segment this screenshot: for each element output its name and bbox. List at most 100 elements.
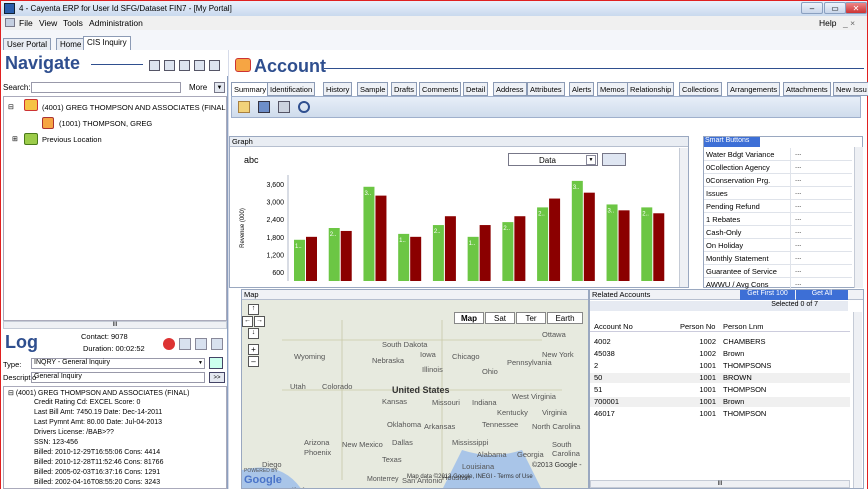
pan-right-icon[interactable]: → — [254, 316, 265, 327]
get-all-button[interactable]: Get All — [796, 290, 848, 300]
smart-button-item[interactable]: Guarantee of Service... — [704, 265, 852, 278]
smart-button-item[interactable]: Cash-Only... — [704, 226, 852, 239]
tree-expander-icon[interactable]: ⊟ — [8, 103, 14, 111]
related-account-row[interactable]: 45038 1002 Brown — [590, 349, 850, 359]
tab-home[interactable]: Home — [56, 38, 86, 50]
related-account-row[interactable]: 46017 1001 THOMPSON — [590, 409, 850, 419]
related-vscrollbar[interactable] — [853, 312, 862, 488]
menu-tools[interactable]: Tools — [63, 18, 83, 28]
tab-user-portal[interactable]: User Portal — [3, 38, 52, 50]
nav-forward-icon[interactable] — [194, 60, 205, 71]
tab-arrangements[interactable]: Arrangements — [727, 82, 781, 96]
ellipsis-button[interactable]: ... — [790, 187, 820, 200]
refresh-icon[interactable] — [209, 60, 220, 71]
description-input[interactable]: General Inquiry — [31, 372, 205, 383]
pan-left-icon[interactable]: ← — [242, 316, 253, 327]
expand-description-button[interactable]: >> — [209, 372, 225, 383]
related-hscrollbar[interactable]: III — [590, 480, 850, 488]
tab-detail[interactable]: Detail — [463, 82, 489, 96]
smart-button-item[interactable]: Issues... — [704, 187, 852, 200]
edit-icon[interactable] — [179, 338, 191, 350]
map-pan-zoom-control[interactable]: ↑ ← → ↓ + – — [242, 304, 265, 374]
tree-expander-icon[interactable]: ⊞ — [12, 135, 18, 143]
chevron-down-icon[interactable]: ▼ — [214, 82, 225, 93]
zoom-in-icon[interactable]: + — [248, 344, 259, 355]
power-icon[interactable] — [298, 101, 310, 113]
smart-button-item[interactable]: Monthly Statement... — [704, 252, 852, 265]
graph-vscrollbar[interactable] — [679, 148, 688, 287]
ellipsis-button[interactable]: ... — [790, 239, 820, 252]
map-data-credit[interactable]: Map data ©2013 Google, INEGI - Terms of … — [407, 474, 533, 480]
menu-file[interactable]: File — [19, 18, 33, 28]
map-type-map[interactable]: Map — [454, 312, 484, 324]
ellipsis-button[interactable]: ... — [790, 148, 820, 161]
pencil-icon[interactable] — [195, 338, 207, 350]
column-account-no[interactable]: Account No — [594, 322, 633, 331]
bar-series-2[interactable] — [306, 236, 317, 281]
open-folder-icon[interactable] — [238, 101, 250, 113]
menu-help[interactable]: Help — [819, 18, 836, 28]
map-type-ter[interactable]: Ter — [516, 312, 546, 324]
type-select[interactable]: INQRY - General Inquiry ▼ — [31, 358, 205, 369]
collapse-icon[interactable] — [164, 60, 175, 71]
print-icon[interactable] — [278, 101, 290, 113]
bar-series-2[interactable] — [549, 198, 561, 281]
pan-up-icon[interactable]: ↑ — [248, 304, 259, 315]
tab-new-issu[interactable]: New Issu — [833, 82, 868, 96]
smart-button-item[interactable]: 0Collection Agency... — [704, 161, 852, 174]
menu-administration[interactable]: Administration — [89, 18, 143, 28]
tree-item-account[interactable]: (4001) GREG THOMPSON AND ASSOCIATES (FIN… — [42, 103, 226, 112]
tree-item-person[interactable]: (1001) THOMPSON, GREG — [59, 119, 152, 128]
ellipsis-button[interactable]: ... — [790, 161, 820, 174]
bar-series-1[interactable] — [571, 180, 583, 281]
mdi-controls[interactable]: _ × — [843, 18, 855, 28]
menu-view[interactable]: View — [39, 18, 57, 28]
more-label[interactable]: More — [189, 83, 207, 92]
smart-button-item[interactable]: Water Bdgt Variance... — [704, 148, 852, 161]
bar-series-2[interactable] — [479, 225, 491, 281]
bar-series-2[interactable] — [583, 192, 595, 281]
map-type-earth[interactable]: Earth — [547, 312, 583, 324]
map-type-sat[interactable]: Sat — [485, 312, 515, 324]
tab-comments[interactable]: Comments — [419, 82, 462, 96]
tab-alerts[interactable]: Alerts — [569, 82, 595, 96]
ellipsis-button[interactable]: ... — [790, 265, 820, 278]
tab-collections[interactable]: Collections — [679, 82, 722, 96]
tab-identification[interactable]: Identification — [267, 82, 316, 96]
related-account-row[interactable]: 4002 1002 CHAMBERS — [590, 337, 850, 347]
nav-back-icon[interactable] — [179, 60, 190, 71]
bar-series-1[interactable] — [606, 204, 618, 281]
related-account-row[interactable]: 700001 1001 Brown — [590, 397, 850, 407]
smart-button-item[interactable]: 1 Rebates... — [704, 213, 852, 226]
bar-series-1[interactable] — [641, 207, 653, 281]
smart-button-item[interactable]: 0Conservation Prg.... — [704, 174, 852, 187]
bar-series-2[interactable] — [444, 216, 456, 281]
ellipsis-button[interactable]: ... — [790, 252, 820, 265]
related-account-row[interactable]: 51 1001 THOMPSON — [590, 385, 850, 395]
related-account-row[interactable]: 50 1001 BROWN — [590, 373, 850, 383]
system-menu-icon[interactable] — [5, 18, 15, 27]
zoom-out-icon[interactable]: – — [248, 356, 259, 367]
tab-relationship[interactable]: Relationship — [627, 82, 675, 96]
related-account-row[interactable]: 2 1001 THOMPSONS — [590, 361, 850, 371]
tab-summary[interactable]: Summary — [231, 82, 270, 96]
smart-button-item[interactable]: Pending Refund... — [704, 200, 852, 213]
pan-down-icon[interactable]: ↓ — [248, 328, 259, 339]
ellipsis-button[interactable]: ... — [790, 174, 820, 187]
ellipsis-button[interactable]: ... — [790, 200, 820, 213]
bar-series-1[interactable] — [537, 207, 549, 281]
tab-cis-inquiry[interactable]: CIS Inquiry — [83, 36, 131, 50]
tab-address[interactable]: Address — [493, 82, 527, 96]
bar-series-2[interactable] — [618, 210, 630, 281]
tab-memos[interactable]: Memos — [597, 82, 628, 96]
tab-sample[interactable]: Sample — [357, 82, 389, 96]
smart-button-item[interactable]: On Holiday... — [704, 239, 852, 252]
close-button[interactable]: ✕ — [845, 2, 867, 14]
search-input[interactable] — [31, 82, 181, 93]
tree-item-previous-location[interactable]: Previous Location — [42, 135, 102, 144]
bar-series-2[interactable] — [340, 230, 352, 281]
bar-series-2[interactable] — [375, 195, 387, 281]
column-person-lnm[interactable]: Person Lnm — [723, 322, 763, 331]
data-select[interactable]: Data ▼ — [508, 153, 598, 166]
save-icon[interactable] — [258, 101, 270, 113]
